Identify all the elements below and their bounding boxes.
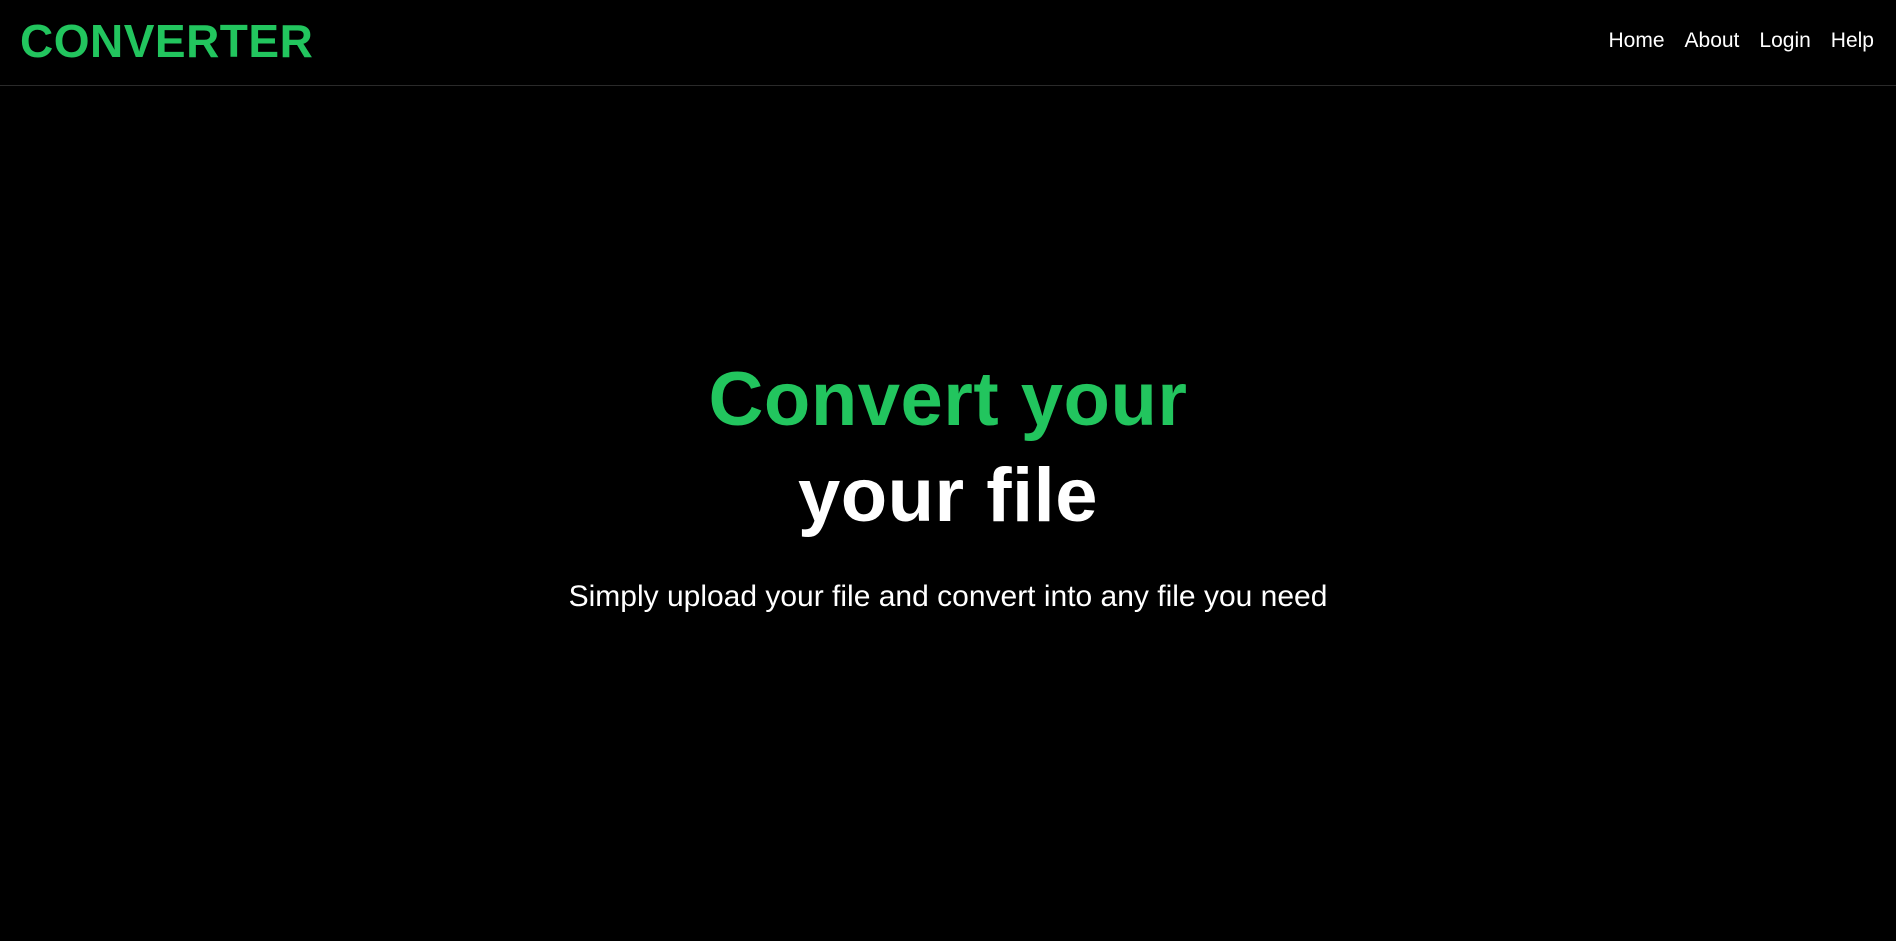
- nav-link-home[interactable]: Home: [1608, 27, 1664, 55]
- brand-logo[interactable]: CONVERTER: [20, 14, 313, 68]
- nav-link-help[interactable]: Help: [1831, 27, 1874, 55]
- page: CONVERTER Home About Login Help Convert …: [0, 0, 1896, 941]
- hero-title-accent: Convert your: [708, 357, 1188, 442]
- hero-subtitle: Simply upload your file and convert into…: [568, 580, 1328, 613]
- nav-link-login[interactable]: Login: [1759, 27, 1810, 55]
- nav-links: Home About Login Help: [1608, 27, 1874, 55]
- top-navbar: CONVERTER Home About Login Help: [0, 0, 1896, 86]
- hero-title-main: your file: [797, 453, 1099, 538]
- nav-link-about[interactable]: About: [1685, 27, 1740, 55]
- hero-section: Convert your your file Simply upload you…: [0, 352, 1896, 646]
